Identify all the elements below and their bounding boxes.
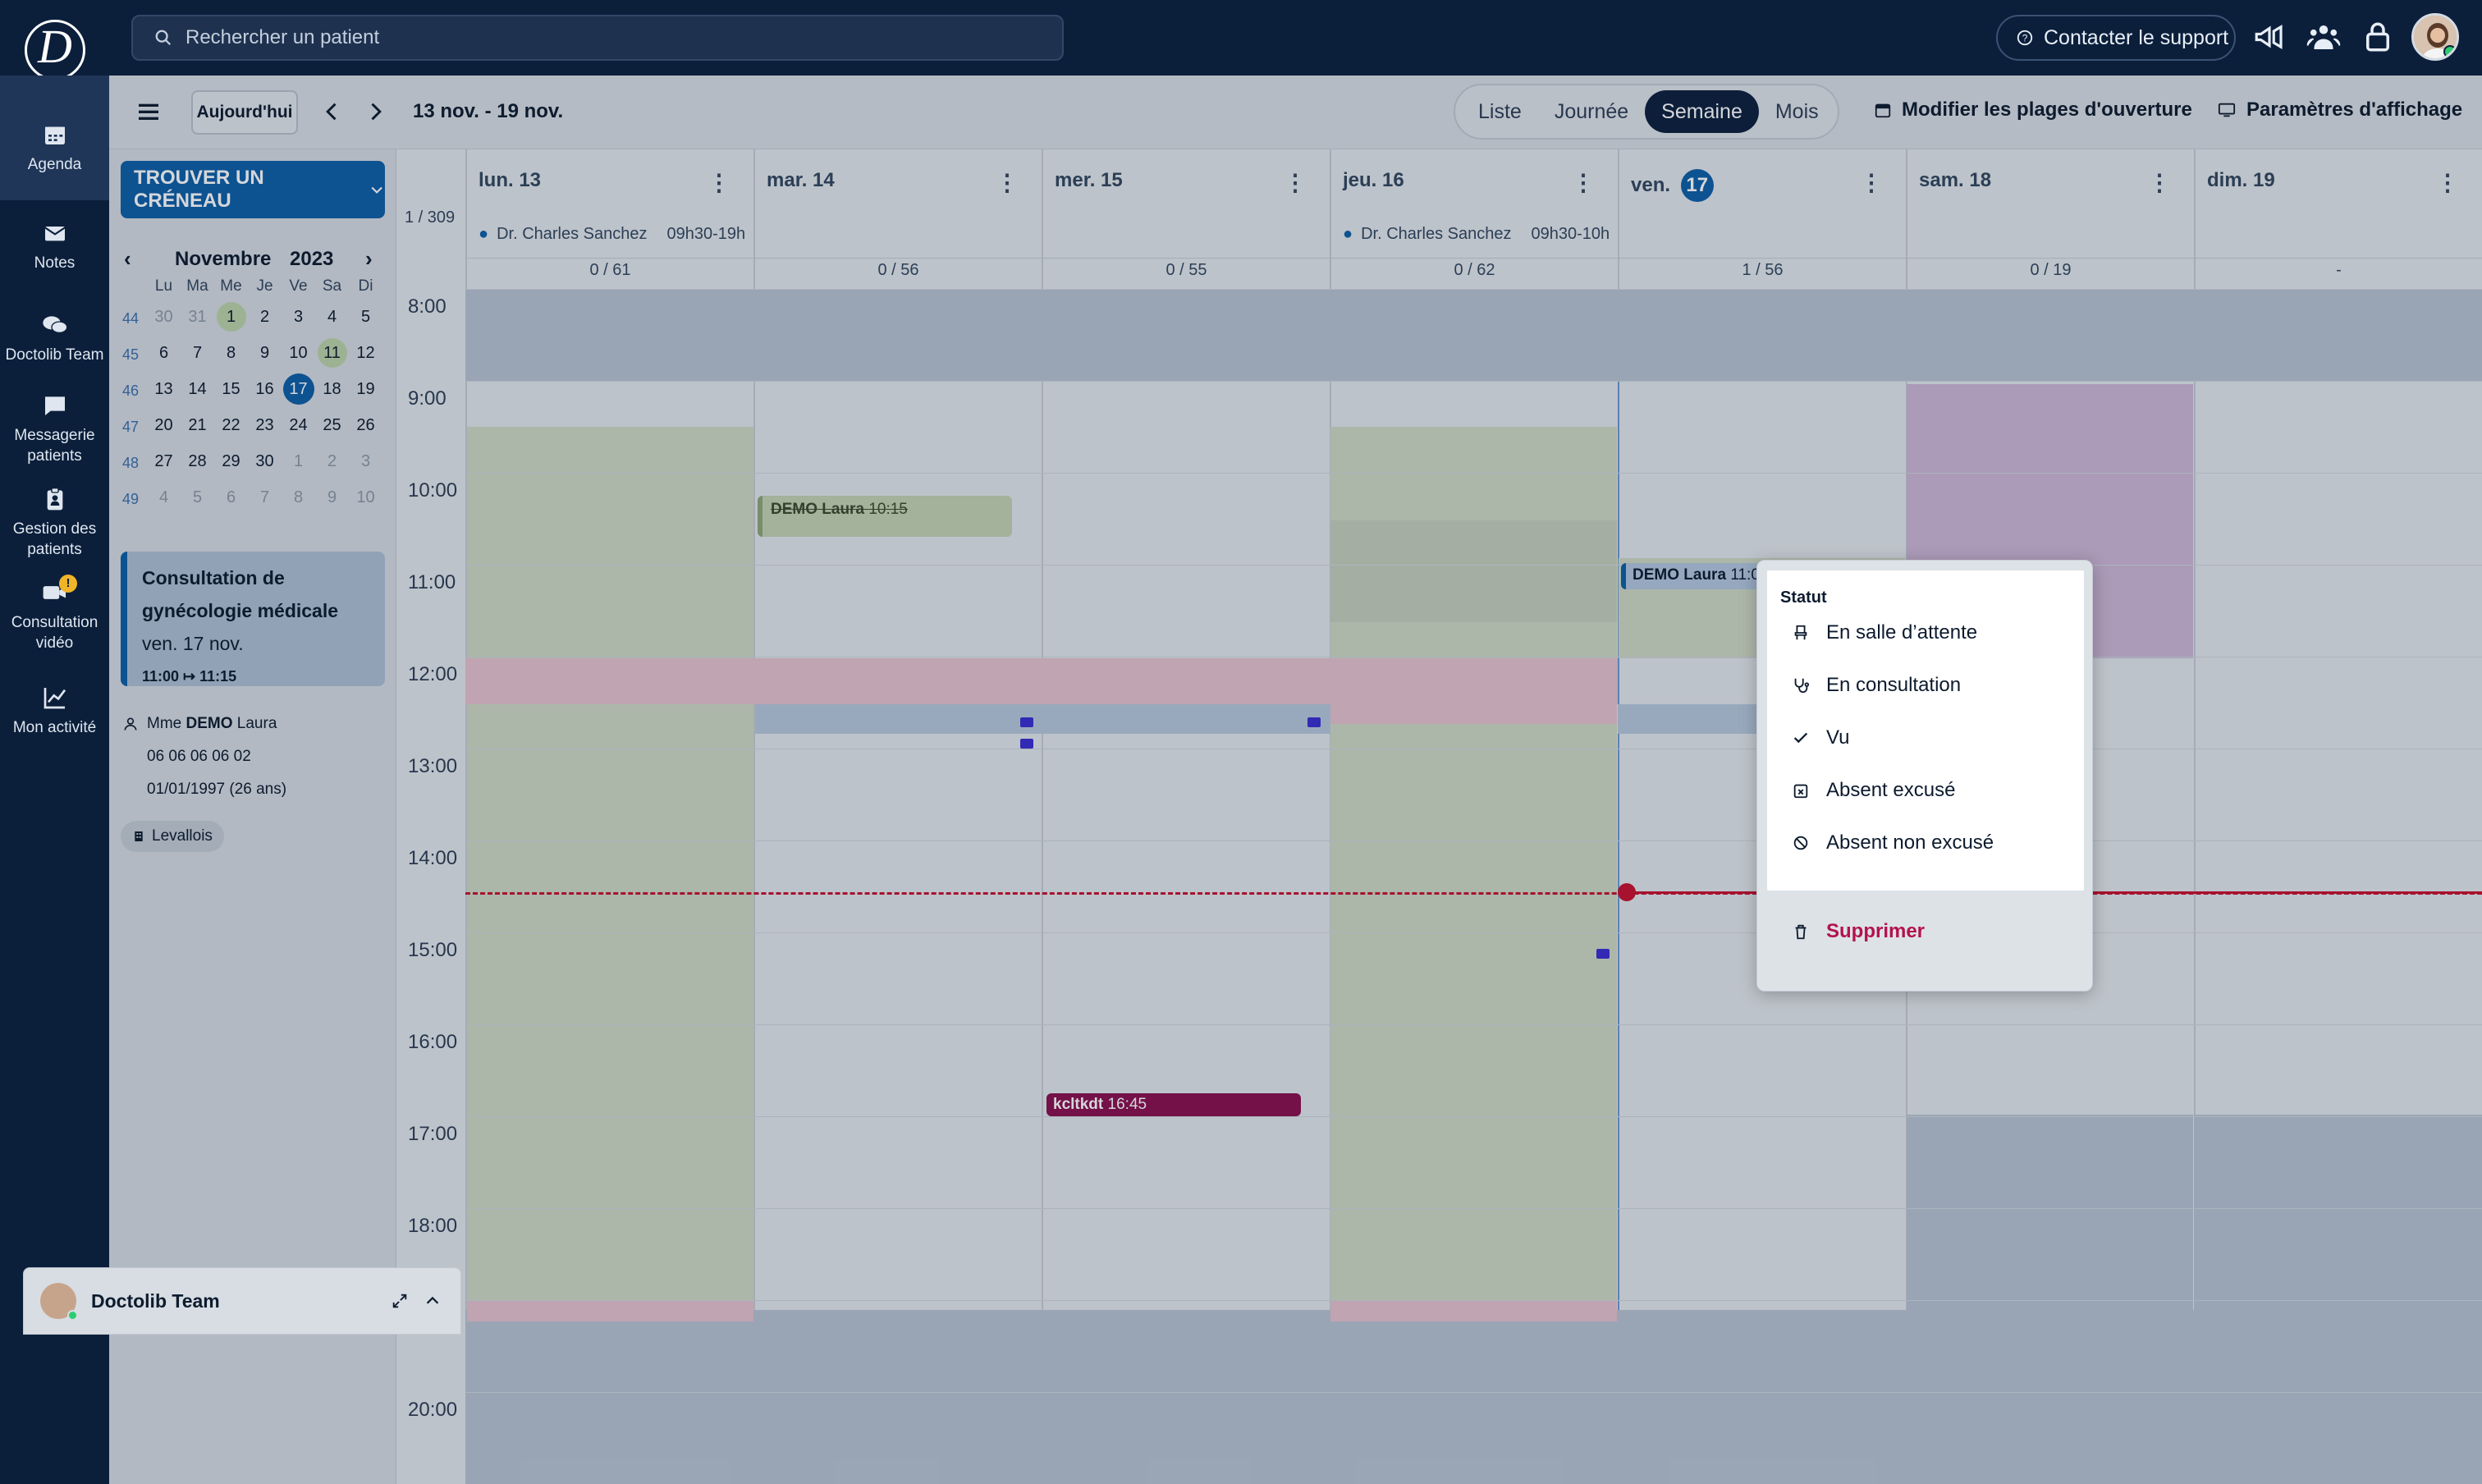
help-icon: ? [2017,30,2033,46]
megaphone-icon[interactable] [2252,20,2287,54]
chat-label: Doctolib Team [91,1289,220,1312]
check-icon [1793,732,1808,744]
nav-doctolib-team[interactable]: Doctolib Team [0,312,109,365]
status-absent-unexcused-label: Absent non excusé [1826,831,1994,854]
clipboard-icon [47,488,62,511]
nav-notes-label: Notes [34,254,76,272]
nav-messagerie-label: Messagerie patients [14,427,95,465]
top-bar: D Rechercher un patient ? Contacter le s… [0,0,2482,80]
nav-gestion-label: Gestion des patients [12,520,97,558]
nav-doctolib-team-label: Doctolib Team [5,346,104,364]
nav-agenda-label: Agenda [27,156,82,173]
user-avatar[interactable] [2411,13,2459,61]
nav-activite-label: Mon activité [12,719,97,736]
status-section: Statut En salle d’attente En consultatio… [1767,570,2084,891]
status-seen-label: Vu [1826,726,1850,749]
status-waiting-room-label: En salle d’attente [1826,621,1978,644]
search-placeholder: Rechercher un patient [185,26,380,48]
chair-icon [1794,625,1807,640]
app-root: { "search": {"placeholder": "Rechercher … [0,0,2482,1484]
delete-appointment-button[interactable]: Supprimer [1792,920,1925,943]
status-absent-unexcused[interactable]: Absent non excusé [1767,817,2084,869]
message-icon [44,396,65,415]
chat-icon [42,316,67,333]
patient-search-input[interactable]: Rechercher un patient [131,15,1064,61]
nav-messagerie-patients[interactable]: Messagerie patients [0,392,109,466]
status-absent-excused-label: Absent excusé [1826,779,1956,801]
online-status-dot [2443,45,2457,58]
calendar-x-icon [1793,784,1808,799]
nav-notes[interactable]: Notes [0,220,109,273]
stethoscope-icon [1794,678,1810,694]
search-icon [155,30,172,46]
doctolib-team-chat-bar[interactable]: Doctolib Team [23,1267,461,1335]
doctolib-logo[interactable]: D [25,20,85,80]
status-waiting-room[interactable]: En salle d’attente [1767,607,2084,659]
status-seen[interactable]: Vu [1767,712,2084,764]
nav-mon-activite[interactable]: Mon activité [0,685,109,738]
contact-support-label: Contacter le support [2044,25,2229,49]
team-icon[interactable] [2306,20,2341,54]
ban-icon [1793,836,1808,850]
nav-video-label: Consultation vidéo [11,614,98,652]
modal-overlay[interactable] [109,76,2482,1484]
chat-online-dot [67,1310,78,1321]
nav-consultation-video[interactable]: ! Consultation vidéo [0,575,109,653]
status-in-consultation[interactable]: En consultation [1767,659,2084,712]
status-absent-excused[interactable]: Absent excusé [1767,764,2084,817]
mail-icon [44,227,66,241]
nav-agenda[interactable]: Agenda [0,76,109,200]
calendar-icon [44,126,65,144]
delete-label: Supprimer [1826,920,1926,942]
expand-icon[interactable] [391,1292,409,1310]
status-context-menu: Statut En salle d’attente En consultatio… [1756,560,2093,992]
trash-icon [1795,924,1807,940]
svg-text:?: ? [2022,33,2028,44]
nav-gestion-patients[interactable]: Gestion des patients [0,486,109,560]
chat-avatar [40,1283,78,1321]
chart-icon [44,688,66,709]
video-alert-badge: ! [59,575,77,593]
chevron-up-icon[interactable] [424,1292,442,1310]
contact-support-button[interactable]: ? Contacter le support [1996,15,2236,61]
status-header: Statut [1780,589,1827,607]
lock-icon[interactable] [2361,20,2395,54]
status-in-consultation-label: En consultation [1826,674,1962,696]
